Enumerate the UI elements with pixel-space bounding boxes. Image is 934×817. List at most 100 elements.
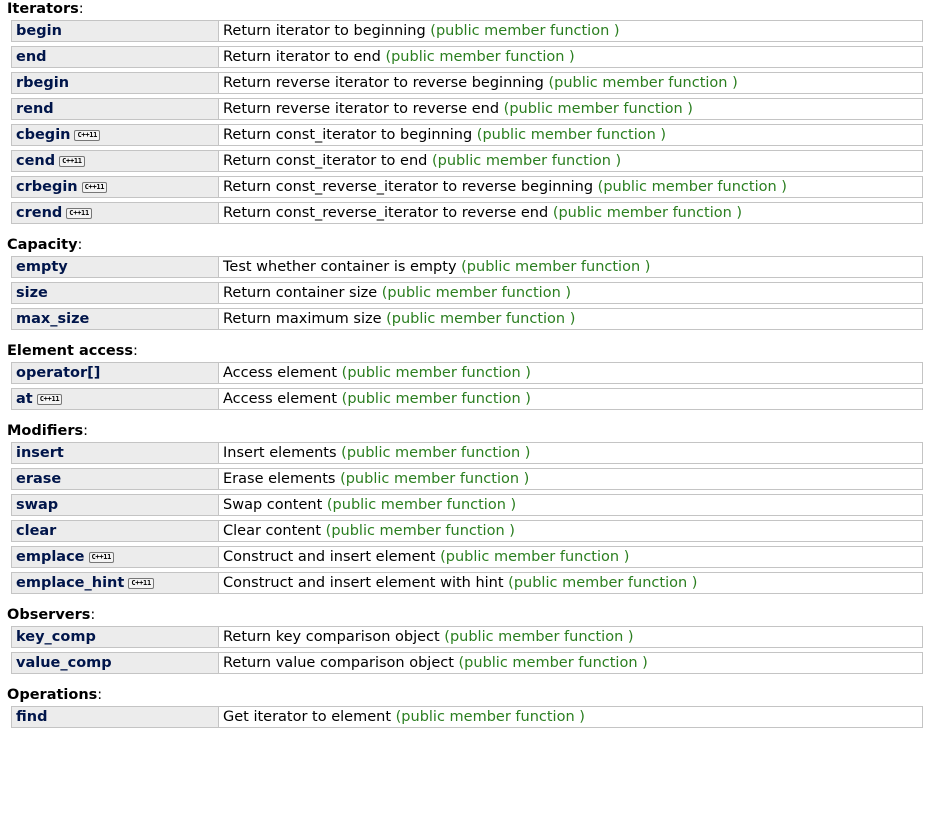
member-link-begin[interactable]: begin — [16, 23, 62, 39]
member-link-at[interactable]: at — [16, 391, 33, 407]
member-name-cell: find — [11, 706, 219, 728]
member-table: empty Test whether container is empty (pu… — [11, 252, 923, 334]
section-modifiers: Modifiers: insert Insert elements (public … — [0, 422, 934, 598]
member-kind: (public member function ) — [508, 575, 698, 591]
member-kind: (public member function ) — [341, 391, 531, 407]
member-kind: (public member function ) — [461, 259, 651, 275]
member-description-cell: Return reverse iterator to reverse begin… — [219, 72, 923, 94]
table-row: value_comp Return value comparison object… — [11, 652, 923, 674]
member-kind: (public member function ) — [340, 471, 530, 487]
member-kind: (public member function ) — [341, 365, 531, 381]
member-name-cell: emplace_hint C++11 — [11, 572, 219, 594]
member-kind: (public member function ) — [325, 523, 515, 539]
member-link-erase[interactable]: erase — [16, 471, 61, 487]
member-description-cell: Return const_reverse_iterator to reverse… — [219, 202, 923, 224]
member-kind: (public member function ) — [503, 101, 693, 117]
section-title-text: Capacity — [7, 237, 78, 253]
table-row: size Return container size (public member… — [11, 282, 923, 304]
member-name-cell: insert — [11, 442, 219, 464]
member-link-value-comp[interactable]: value_comp — [16, 655, 112, 671]
table-row: crend C++11 Return const_reverse_iterator … — [11, 202, 923, 224]
member-description-cell: Return key comparison object (public mem… — [219, 626, 923, 648]
table-row: rend Return reverse iterator to reverse e… — [11, 98, 923, 120]
member-description: Return key comparison object — [223, 629, 440, 645]
table-row: cbegin C++11 Return const_iterator to begi… — [11, 124, 923, 146]
member-kind: (public member function ) — [386, 311, 576, 327]
member-description: Access element — [223, 391, 338, 407]
member-kind: (public member function ) — [597, 179, 787, 195]
member-link-operator[interactable]: operator[] — [16, 365, 100, 381]
member-description-cell: Swap content (public member function ) — [219, 494, 923, 516]
section-capacity: Capacity: empty Test whether container is … — [0, 236, 934, 334]
member-description: Insert elements — [223, 445, 337, 461]
member-description-cell: Return value comparison object (public m… — [219, 652, 923, 674]
member-description-cell: Return const_reverse_iterator to reverse… — [219, 176, 923, 198]
member-link-cbegin[interactable]: cbegin — [16, 127, 70, 143]
member-link-size[interactable]: size — [16, 285, 48, 301]
member-description: Return reverse iterator to reverse end — [223, 101, 500, 117]
member-description: Construct and insert element with hint — [223, 575, 504, 591]
section-title-colon: : — [77, 237, 83, 253]
member-link-insert[interactable]: insert — [16, 445, 64, 461]
member-table: key_comp Return key comparison object (pu… — [11, 622, 923, 678]
member-table: insert Insert elements (public member fun… — [11, 438, 923, 598]
member-kind: (public member function ) — [476, 127, 667, 143]
member-link-crbegin[interactable]: crbegin — [16, 179, 78, 195]
member-link-swap[interactable]: swap — [16, 497, 58, 513]
cpp11-badge: C++11 — [128, 578, 154, 589]
member-kind: (public member function ) — [444, 629, 634, 645]
table-row: emplace C++11 Construct and insert element… — [11, 546, 923, 568]
table-row: cend C++11 Return const_iterator to end (p… — [11, 150, 923, 172]
member-link-crend[interactable]: crend — [16, 205, 62, 221]
member-description-cell: Construct and insert element (public mem… — [219, 546, 923, 568]
section-title-text: Modifiers — [7, 423, 84, 439]
member-description: Construct and insert element — [223, 549, 436, 565]
member-link-clear[interactable]: clear — [16, 523, 56, 539]
member-link-emplace-hint[interactable]: emplace_hint — [16, 575, 124, 591]
member-description-cell: Return const_iterator to beginning (publ… — [219, 124, 923, 146]
section-title-text: Operations — [7, 687, 98, 703]
member-name-cell: rbegin — [11, 72, 219, 94]
member-link-emplace[interactable]: emplace — [16, 549, 85, 565]
member-link-find[interactable]: find — [16, 709, 47, 725]
member-kind: (public member function ) — [458, 655, 648, 671]
member-link-max-size[interactable]: max_size — [16, 311, 89, 327]
member-description: Swap content — [223, 497, 323, 513]
member-description-cell: Return const_iterator to end (public mem… — [219, 150, 923, 172]
table-row: clear Clear content (public member functi… — [11, 520, 923, 542]
table-row: operator[] Access element (public member … — [11, 362, 923, 384]
member-link-cend[interactable]: cend — [16, 153, 55, 169]
cpp11-badge: C++11 — [81, 182, 108, 193]
table-row: insert Insert elements (public member fun… — [11, 442, 923, 464]
member-description: Return iterator to end — [223, 49, 381, 65]
member-description: Return iterator to beginning — [223, 23, 426, 39]
member-kind: (public member function ) — [431, 153, 622, 169]
member-description-cell: Access element (public member function ) — [219, 362, 923, 384]
member-name-cell: begin — [11, 20, 219, 42]
section-observers: Observers: key_comp Return key comparison … — [0, 606, 934, 678]
member-name-cell: erase — [11, 468, 219, 490]
section-iterators: Iterators: begin Return iterator to beginn… — [0, 0, 934, 228]
member-description: Erase elements — [223, 471, 336, 487]
member-name-cell: crend C++11 — [11, 202, 219, 224]
table-row: emplace_hint C++11 Construct and insert el… — [11, 572, 923, 594]
member-description: Return const_reverse_iterator to reverse… — [223, 205, 549, 221]
member-description-cell: Return container size (public member fun… — [219, 282, 923, 304]
member-name-cell: end — [11, 46, 219, 68]
member-description: Return value comparison object — [223, 655, 454, 671]
member-name-cell: operator[] — [11, 362, 219, 384]
member-kind: (public member function ) — [430, 23, 620, 39]
member-link-empty[interactable]: empty — [16, 259, 68, 275]
member-link-key-comp[interactable]: key_comp — [16, 629, 96, 645]
member-kind: (public member function ) — [385, 49, 575, 65]
member-kind: (public member function ) — [326, 497, 517, 513]
table-row: begin Return iterator to beginning (publi… — [11, 20, 923, 42]
table-row: empty Test whether container is empty (pu… — [11, 256, 923, 278]
member-link-rend[interactable]: rend — [16, 101, 54, 117]
member-link-rbegin[interactable]: rbegin — [16, 75, 69, 91]
cpp11-badge: C++11 — [36, 394, 63, 405]
table-row: swap Swap content (public member function… — [11, 494, 923, 516]
member-link-end[interactable]: end — [16, 49, 47, 65]
member-table: begin Return iterator to beginning (publi… — [11, 16, 923, 228]
